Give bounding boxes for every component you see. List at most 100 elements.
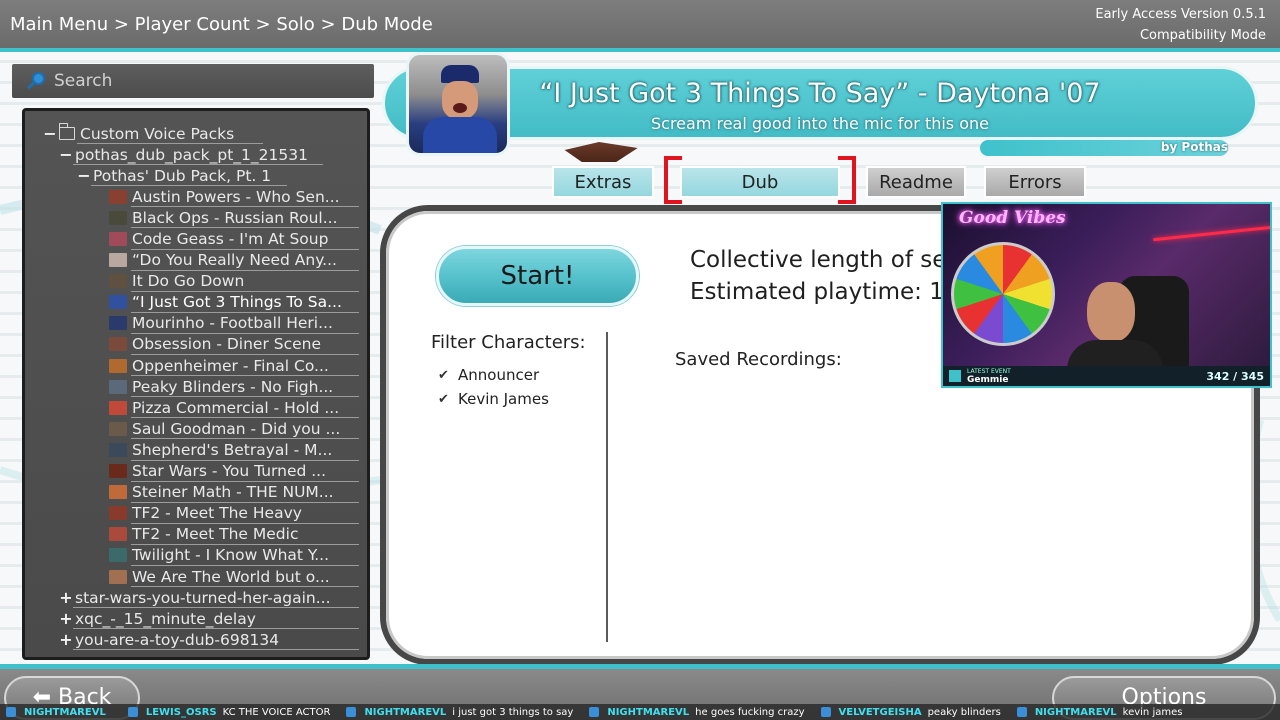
thumbnail-icon: [109, 400, 127, 415]
start-button[interactable]: Start!: [436, 246, 639, 306]
chat-username: NIGHTMAREVL: [1034, 706, 1117, 718]
thumbnail-icon: [109, 548, 127, 563]
thumbnail-icon: [109, 274, 127, 289]
author-label: by Pothas: [1160, 140, 1228, 154]
tab-selection-bracket-left: [664, 156, 682, 204]
thumbnail-icon: [109, 253, 127, 268]
event-label: LATEST EVENT: [967, 367, 1011, 375]
pack-avatar: [406, 52, 510, 156]
chat-message: he goes fucking crazy: [695, 706, 805, 718]
collapse-icon[interactable]: −: [43, 124, 57, 143]
event-name: Gemmie: [967, 374, 1009, 385]
tree-collapsed-pack[interactable]: + star-wars-you-turned-her-again...: [25, 587, 367, 609]
tree-subpack[interactable]: − Pothas' Dub Pack, Pt. 1: [25, 165, 367, 187]
tree-item-label: Peaky Blinders - No Figh...: [132, 377, 334, 396]
tree-item-label: Austin Powers - Who Sen...: [132, 187, 340, 206]
led-strip: [1153, 225, 1270, 242]
checkmark-icon: ✔: [438, 367, 449, 383]
tab-readme[interactable]: Readme: [866, 166, 966, 198]
filter-kevin-james[interactable]: ✔ Kevin James: [438, 390, 549, 408]
tree-item-label: TF2 - Meet The Medic: [132, 525, 299, 544]
version-label: Early Access Version 0.5.1: [1095, 7, 1266, 22]
tree-item-label: It Do Go Down: [132, 272, 245, 291]
tree-item[interactable]: Twilight - I Know What Y...: [25, 545, 367, 566]
mode-label: Compatibility Mode: [1139, 28, 1266, 43]
tree-item[interactable]: TF2 - Meet The Medic: [25, 524, 367, 545]
tree-item[interactable]: Mourinho - Football Heri...: [25, 313, 367, 334]
tab-extras[interactable]: Extras: [552, 166, 654, 198]
tree-item[interactable]: Saul Goodman - Did you ...: [25, 418, 367, 440]
goal-counter: 342 / 345: [1206, 369, 1264, 383]
tree-item-label: “I Just Got 3 Things To Sa...: [132, 293, 342, 312]
tree-item[interactable]: Star Wars - You Turned ...: [25, 461, 367, 482]
chat-message: peaky blinders: [927, 706, 1001, 718]
filter-announcer[interactable]: ✔ Announcer: [438, 366, 539, 384]
thumbnail-icon: [109, 442, 127, 457]
search-box[interactable]: [12, 64, 374, 98]
tree-item[interactable]: Shepherd's Betrayal - M...: [25, 439, 367, 461]
top-bar-accent: [0, 48, 1280, 52]
song-title: “I Just Got 3 Things To Say” - Daytona '…: [539, 78, 1101, 109]
event-bar: LATEST EVENT Gemmie 342 / 345: [943, 366, 1270, 386]
tree-item[interactable]: Obsession - Diner Scene: [25, 334, 367, 356]
thumbnail-icon: [109, 337, 127, 352]
collapse-icon[interactable]: −: [59, 145, 73, 164]
tree-item-label: Black Ops - Russian Roul...: [132, 208, 338, 227]
tree-item[interactable]: TF2 - Meet The Heavy: [25, 503, 367, 524]
tree-collapsed-pack[interactable]: + xqc_-_15_minute_delay: [25, 608, 367, 630]
tree-collapsed-label: star-wars-you-turned-her-again...: [75, 588, 331, 607]
tree-item[interactable]: Austin Powers - Who Sen...: [25, 186, 367, 208]
tree-item-label: Obsession - Diner Scene: [132, 335, 322, 354]
tree-subpack-label: Pothas' Dub Pack, Pt. 1: [93, 166, 272, 185]
neon-sign: Good Vibes: [959, 208, 1066, 228]
tree-item[interactable]: “I Just Got 3 Things To Sa...: [25, 292, 367, 313]
tree-item-label: Mourinho - Football Heri...: [132, 314, 333, 333]
song-subtitle: Scream real good into the mic for this o…: [650, 114, 989, 133]
tree-item-label: Star Wars - You Turned ...: [132, 462, 327, 481]
expand-icon[interactable]: +: [59, 630, 73, 649]
search-input[interactable]: [54, 71, 354, 91]
tree-item[interactable]: We Are The World but o...: [25, 566, 367, 588]
tab-dub[interactable]: Dub: [680, 166, 840, 198]
expand-icon[interactable]: +: [59, 588, 73, 607]
tab-selection-bracket-right: [838, 156, 856, 204]
saved-recordings-label: Saved Recordings:: [675, 349, 842, 370]
event-info: LATEST EVENT Gemmie: [967, 368, 1015, 385]
filter-announcer-label: Announcer: [458, 366, 540, 384]
filter-characters-title: Filter Characters:: [431, 332, 586, 353]
chat-username: LEWIS_OSRS: [145, 706, 217, 718]
tree-item-label: We Are The World but o...: [132, 567, 330, 586]
tree-item[interactable]: It Do Go Down: [25, 271, 367, 292]
tree-pack-label: pothas_dub_pack_pt_1_21531: [75, 145, 308, 164]
checkmark-icon: ✔: [438, 391, 449, 407]
tree-item[interactable]: Pizza Commercial - Hold ...: [25, 397, 367, 419]
tree-item-label: Steiner Math - THE NUM...: [132, 483, 334, 502]
thumbnail-icon: [109, 464, 127, 479]
thumbnail-icon: [109, 569, 127, 584]
tree-item[interactable]: Peaky Blinders - No Figh...: [25, 376, 367, 398]
thumbnail-icon: [109, 232, 127, 247]
tree-root[interactable]: − Custom Voice Packs: [25, 123, 367, 145]
thumbnail-icon: [109, 379, 127, 394]
collective-length-label: Collective length of se: [690, 247, 947, 273]
chat-badge-icon: [820, 707, 831, 717]
tree-item[interactable]: Black Ops - Russian Roul...: [25, 207, 367, 229]
tree-pack[interactable]: − pothas_dub_pack_pt_1_21531: [25, 144, 367, 166]
chat-badge-icon: [346, 707, 357, 717]
thumbnail-icon: [109, 485, 127, 500]
tree-item[interactable]: Code Geass - I'm At Soup: [25, 228, 367, 250]
tree-item[interactable]: Steiner Math - THE NUM...: [25, 482, 367, 503]
thumbnail-icon: [109, 506, 127, 521]
tree-collapsed-label: you-are-a-toy-dub-698134: [75, 630, 280, 649]
expand-icon[interactable]: +: [59, 609, 73, 628]
tree-collapsed-pack[interactable]: + you-are-a-toy-dub-698134: [25, 629, 367, 651]
tree-item[interactable]: “Do You Really Need Any...: [25, 250, 367, 271]
thumbnail-icon: [109, 421, 127, 436]
tab-errors[interactable]: Errors: [984, 166, 1086, 198]
chat-username: VELVETGEISHA: [838, 706, 922, 718]
chat-badge-icon: [589, 707, 600, 717]
collapse-icon[interactable]: −: [77, 166, 91, 185]
star-icon: [949, 370, 961, 382]
tree-root-label: Custom Voice Packs: [80, 124, 235, 143]
tree-item[interactable]: Oppenheimer - Final Co...: [25, 355, 367, 377]
